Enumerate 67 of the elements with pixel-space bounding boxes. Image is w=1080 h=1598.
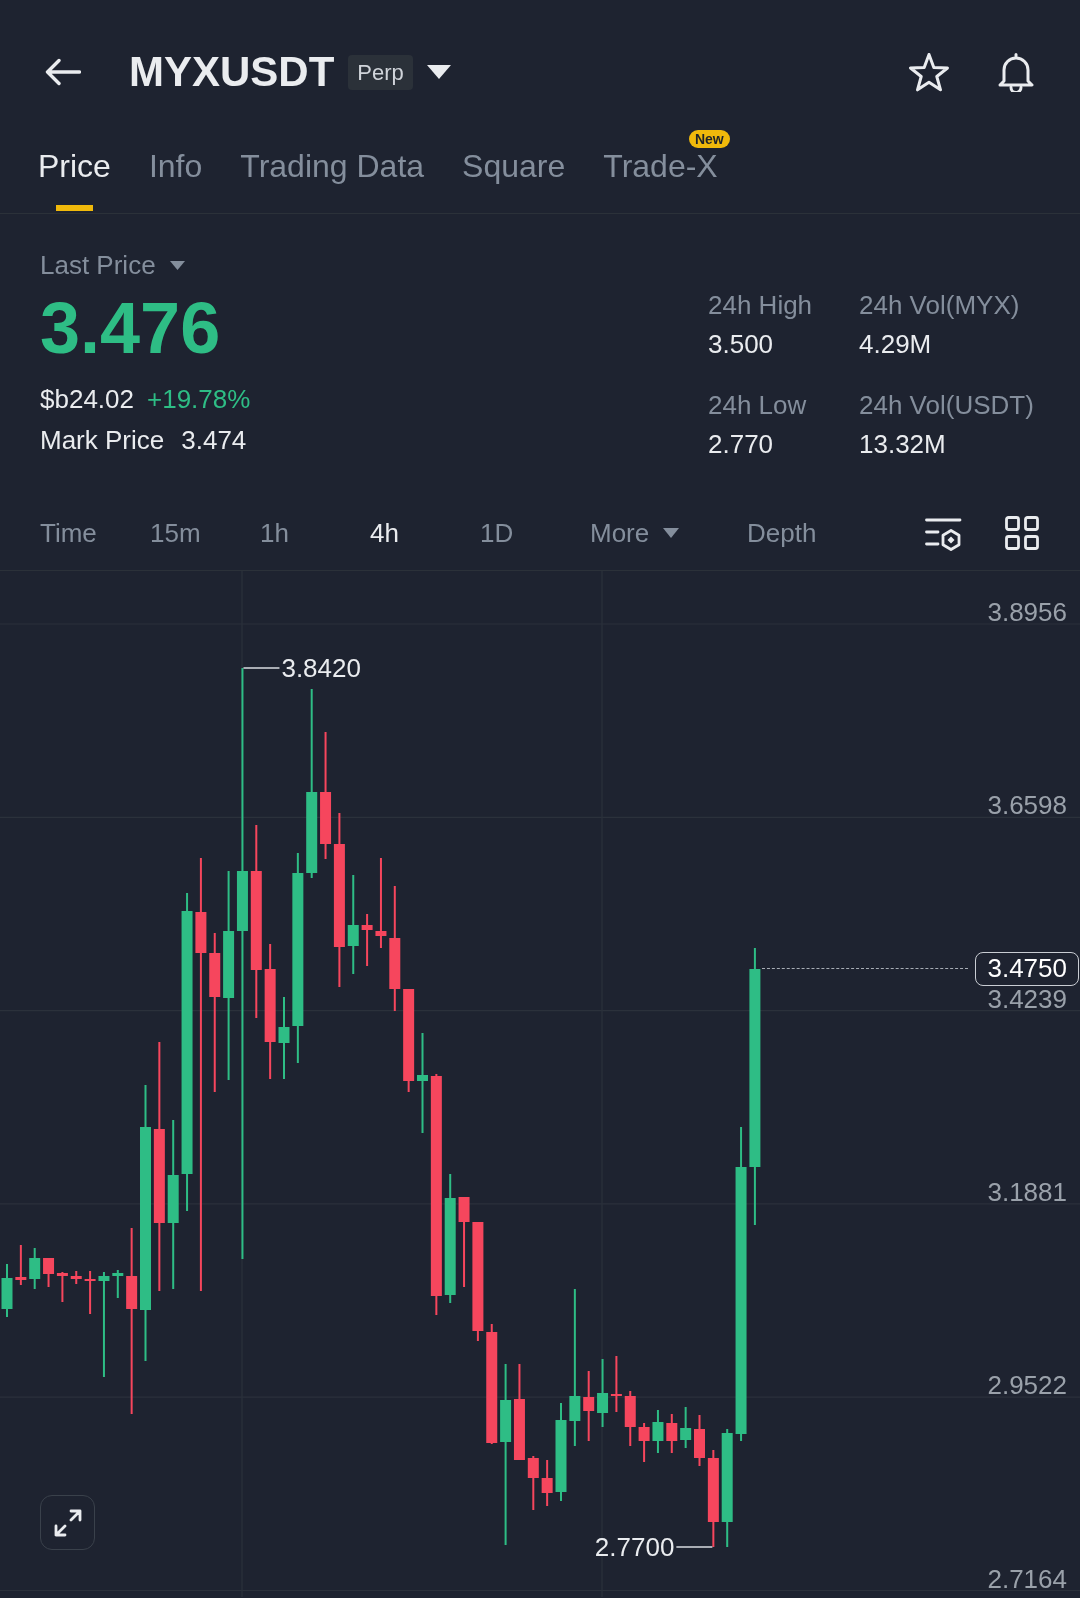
candle — [680, 1407, 692, 1448]
low-price-label: 2.7700 — [594, 1533, 675, 1561]
candle — [583, 1371, 595, 1441]
candle — [15, 1245, 27, 1285]
price-change: +19.78% — [147, 384, 251, 414]
stat-label: 24h Low — [708, 390, 807, 420]
candle — [1, 1264, 13, 1317]
stat-label: 24h Vol(MYX) — [859, 290, 1020, 320]
candle — [624, 1391, 636, 1446]
leader-line — [243, 667, 280, 669]
price-axis-label: 2.7164 — [987, 1566, 1067, 1591]
stat-value: 13.32M — [859, 429, 946, 459]
price-axis-label: 3.6598 — [987, 793, 1067, 818]
candle — [652, 1410, 664, 1453]
candle — [361, 914, 373, 966]
fiat-value: $b24.02 — [40, 384, 134, 414]
candle — [694, 1415, 705, 1466]
chart-tab[interactable]: 15m — [150, 517, 201, 548]
stat-label: 24h Vol(USDT) — [859, 390, 1034, 420]
stat-value: 4.29M — [859, 329, 932, 359]
high-price-label: 3.8420 — [281, 654, 361, 682]
caret-icon — [663, 527, 680, 538]
price-type-dropdown[interactable]: Last Price — [40, 250, 185, 280]
expand-button[interactable] — [40, 1495, 95, 1550]
candle — [638, 1423, 650, 1462]
contract-badge: Perp — [348, 54, 413, 90]
new-badge: New — [688, 130, 730, 148]
tab[interactable]: Trade-X — [603, 148, 718, 211]
chart-tab[interactable]: 1D — [480, 517, 514, 548]
candle — [112, 1270, 124, 1298]
candle — [597, 1359, 609, 1427]
price-axis-label: 3.1881 — [987, 1179, 1067, 1204]
candle — [527, 1456, 539, 1510]
chart-tab[interactable]: 4h — [370, 517, 399, 548]
stat-value: 3.500 — [708, 329, 774, 359]
candle — [56, 1272, 68, 1302]
grid-icon[interactable] — [1005, 515, 1039, 550]
candle — [29, 1248, 41, 1289]
candle — [610, 1356, 622, 1412]
candle — [541, 1460, 553, 1506]
tab[interactable]: Price — [38, 148, 111, 211]
tab[interactable]: Trading Data — [240, 148, 425, 211]
caret-icon[interactable] — [426, 65, 451, 79]
stat-value: 2.770 — [708, 429, 774, 459]
candle — [84, 1271, 96, 1314]
caret-icon — [169, 260, 185, 270]
back-icon[interactable] — [45, 58, 81, 86]
symbol-title: MYXUSDT — [129, 48, 335, 96]
chart-tab[interactable]: Time — [40, 517, 97, 548]
candle — [70, 1271, 82, 1284]
star-icon[interactable] — [908, 52, 950, 92]
more-dropdown[interactable]: More — [590, 517, 680, 548]
price-axis-label: 3.8956 — [987, 600, 1067, 624]
tab[interactable]: Square — [462, 148, 566, 211]
candle — [43, 1258, 55, 1287]
stat-label: 24h High — [708, 290, 813, 320]
chart-tab[interactable]: Depth — [747, 517, 817, 548]
chart-tab[interactable]: 1h — [260, 517, 289, 548]
candle — [666, 1414, 678, 1453]
price-axis-label: 2.9522 — [987, 1373, 1067, 1398]
tab[interactable]: Info — [148, 148, 203, 211]
mark-price-value: 3.474 — [181, 425, 247, 455]
price-axis-label: 3.4239 — [987, 986, 1067, 1011]
leader-line — [676, 1546, 713, 1548]
last-price: 3.476 — [40, 290, 221, 366]
mark-price-label: Mark Price — [40, 425, 165, 455]
current-price-tag: 3.4750 — [975, 952, 1079, 986]
